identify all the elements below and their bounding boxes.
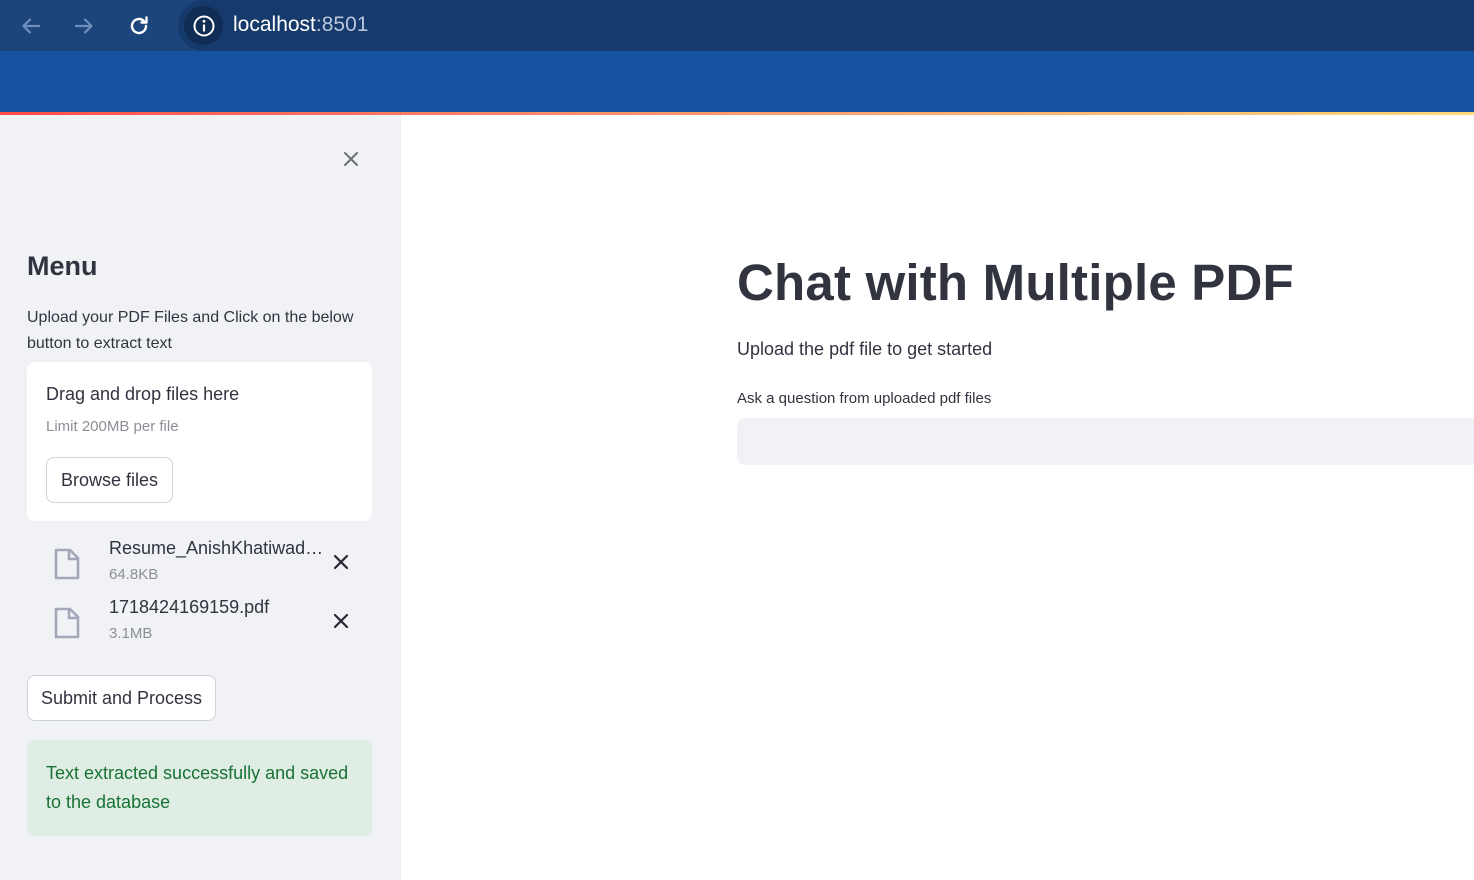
file-name: 1718424169159.pdf [109,597,270,617]
address-bar[interactable] [178,0,1474,51]
info-icon [193,15,214,36]
url-host: localhost [233,13,316,36]
sidebar: Menu Upload your PDF Files and Click on … [0,115,401,880]
page-title: Chat with Multiple PDF [737,254,1294,311]
browser-chrome: localhost:8501 [0,0,1474,112]
site-info-button[interactable] [184,6,223,45]
arrow-right-icon [74,18,93,34]
reload-button[interactable] [121,8,157,44]
question-input[interactable] [737,418,1474,465]
question-label: Ask a question from uploaded pdf files [737,390,992,407]
close-icon [333,554,349,570]
address-url[interactable]: localhost:8501 [233,13,368,37]
remove-file-button[interactable] [327,607,355,635]
browse-files-button[interactable]: Browse files [46,457,173,503]
file-icon [54,607,80,639]
success-alert: Text extracted successfully and saved to… [27,740,372,836]
file-name: Resume_AnishKhatiwada.pdf [109,538,324,558]
file-icon [54,548,80,580]
close-icon [344,152,358,166]
sidebar-description: Upload your PDF Files and Click on the b… [27,309,354,352]
file-dropzone[interactable]: Drag and drop files here Limit 200MB per… [27,362,372,521]
main-content: Chat with Multiple PDF Upload the pdf fi… [401,115,1474,880]
dropzone-instructions: Drag and drop files here [46,384,240,404]
page-subtitle: Upload the pdf file to get started [737,339,993,359]
remove-file-button[interactable] [327,548,355,576]
uploaded-file-item: 1718424169159.pdf 3.1MB [27,595,372,651]
reload-icon [130,16,148,35]
back-button[interactable] [13,8,49,44]
close-sidebar-button[interactable] [337,145,365,173]
url-port: :8501 [315,13,369,36]
file-size: 3.1MB [109,625,153,642]
arrow-left-icon [22,18,41,34]
success-message: Text extracted successfully and saved to… [46,763,349,812]
close-icon [333,613,349,629]
submit-and-process-button[interactable]: Submit and Process [27,675,216,721]
browser-toolbar: localhost:8501 [0,0,1474,51]
uploaded-file-item: Resume_AnishKhatiwada.pdf 64.8KB [27,536,372,592]
sidebar-title: Menu [27,251,98,281]
file-size: 64.8KB [109,566,159,583]
forward-button[interactable] [66,8,102,44]
dropzone-limit: Limit 200MB per file [46,418,179,435]
